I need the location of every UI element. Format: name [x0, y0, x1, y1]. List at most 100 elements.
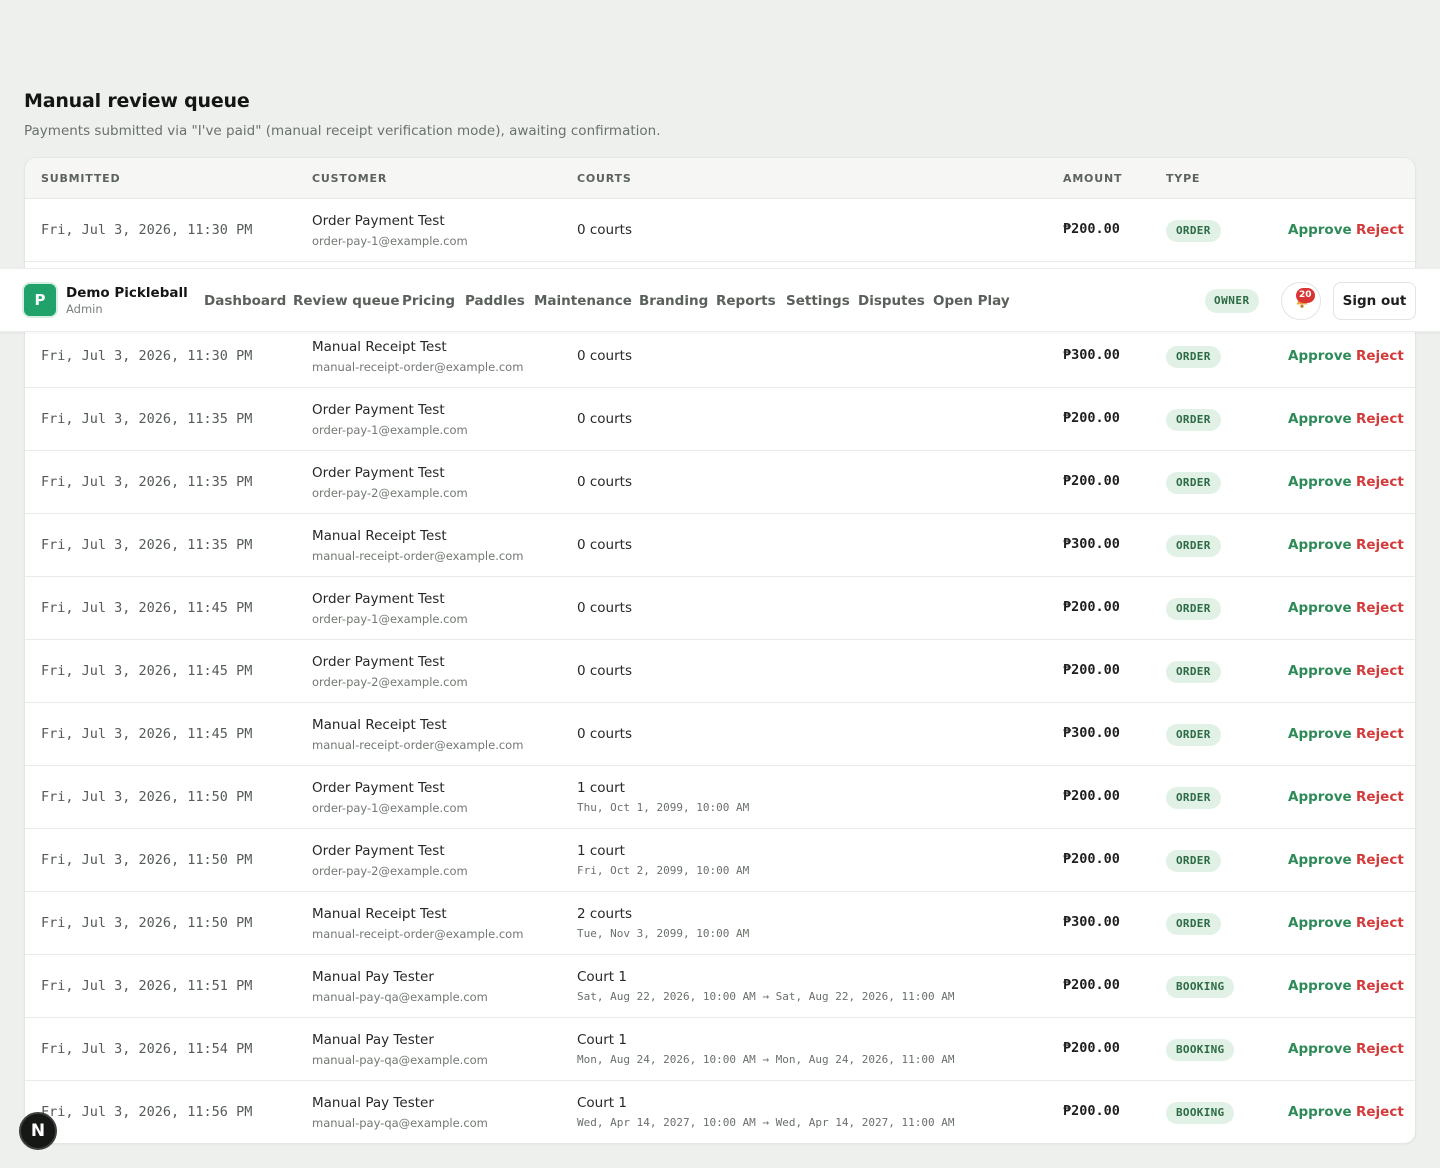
- approve-button[interactable]: Approve: [1288, 411, 1352, 427]
- amount-cell: ₱200.00: [1063, 473, 1120, 489]
- type-badge: ORDER: [1166, 598, 1221, 620]
- reject-button[interactable]: Reject: [1356, 537, 1404, 553]
- customer-email: manual-pay-qa@example.com: [312, 1116, 488, 1130]
- type-badge: ORDER: [1166, 535, 1221, 557]
- amount-cell: ₱300.00: [1063, 536, 1120, 552]
- amount-cell: ₱300.00: [1063, 347, 1120, 363]
- brand-logo[interactable]: P: [22, 282, 58, 318]
- approve-button[interactable]: Approve: [1288, 348, 1352, 364]
- reject-button[interactable]: Reject: [1356, 1041, 1404, 1057]
- column-header-customer: CUSTOMER: [312, 172, 388, 185]
- submitted-cell: Fri, Jul 3, 2026, 11:50 PM: [41, 852, 253, 868]
- customer-email: manual-pay-qa@example.com: [312, 1053, 488, 1067]
- reject-button[interactable]: Reject: [1356, 789, 1404, 805]
- amount-cell: ₱300.00: [1063, 725, 1120, 741]
- approve-button[interactable]: Approve: [1288, 537, 1352, 553]
- reject-button[interactable]: Reject: [1356, 600, 1404, 616]
- reject-button[interactable]: Reject: [1356, 978, 1404, 994]
- approve-button[interactable]: Approve: [1288, 600, 1352, 616]
- reject-button[interactable]: Reject: [1356, 474, 1404, 490]
- approve-button[interactable]: Approve: [1288, 474, 1352, 490]
- amount-cell: ₱200.00: [1063, 1040, 1120, 1056]
- role-badge: OWNER: [1205, 289, 1259, 313]
- dev-tools-badge[interactable]: N: [19, 1112, 57, 1150]
- amount-cell: ₱200.00: [1063, 1103, 1120, 1119]
- notification-count-badge: 20: [1296, 288, 1315, 303]
- approve-button[interactable]: Approve: [1288, 915, 1352, 931]
- submitted-cell: Fri, Jul 3, 2026, 11:45 PM: [41, 726, 253, 742]
- submitted-cell: Fri, Jul 3, 2026, 11:35 PM: [41, 474, 253, 490]
- submitted-cell: Fri, Jul 3, 2026, 11:30 PM: [41, 222, 253, 238]
- type-badge: ORDER: [1166, 724, 1221, 746]
- nav-item-maintenance[interactable]: Maintenance: [534, 293, 632, 309]
- submitted-cell: Fri, Jul 3, 2026, 11:30 PM: [41, 348, 253, 364]
- amount-cell: ₱200.00: [1063, 410, 1120, 426]
- notifications-button[interactable]: 20: [1281, 282, 1321, 320]
- type-badge: BOOKING: [1166, 976, 1235, 998]
- table-row: Fri, Jul 3, 2026, 11:30 PM Manual Receipt…: [25, 325, 1415, 388]
- amount-cell: ₱200.00: [1063, 662, 1120, 678]
- courts-summary: 0 courts: [577, 600, 632, 616]
- approve-button[interactable]: Approve: [1288, 1041, 1352, 1057]
- customer-name: Order Payment Test: [312, 780, 445, 796]
- courts-summary: 0 courts: [577, 411, 632, 427]
- amount-cell: ₱200.00: [1063, 599, 1120, 615]
- type-badge: ORDER: [1166, 787, 1221, 809]
- reject-button[interactable]: Reject: [1356, 915, 1404, 931]
- approve-button[interactable]: Approve: [1288, 1104, 1352, 1120]
- approve-button[interactable]: Approve: [1288, 663, 1352, 679]
- submitted-cell: Fri, Jul 3, 2026, 11:35 PM: [41, 537, 253, 553]
- reject-button[interactable]: Reject: [1356, 222, 1404, 238]
- sign-out-button[interactable]: Sign out: [1333, 282, 1416, 320]
- reject-button[interactable]: Reject: [1356, 1104, 1404, 1120]
- nav-item-dashboard[interactable]: Dashboard: [204, 293, 286, 309]
- amount-cell: ₱200.00: [1063, 788, 1120, 804]
- reject-button[interactable]: Reject: [1356, 852, 1404, 868]
- courts-summary: Court 1: [577, 1032, 627, 1048]
- customer-email: order-pay-1@example.com: [312, 234, 468, 248]
- courts-summary: 0 courts: [577, 663, 632, 679]
- approve-button[interactable]: Approve: [1288, 789, 1352, 805]
- customer-email: order-pay-1@example.com: [312, 423, 468, 437]
- courts-schedule: Tue, Nov 3, 2099, 10:00 AM: [577, 927, 750, 940]
- table-row: Fri, Jul 3, 2026, 11:56 PM Manual Pay Tes…: [25, 1081, 1415, 1143]
- nav-item-paddles[interactable]: Paddles: [465, 293, 525, 309]
- nav-item-reports[interactable]: Reports: [716, 293, 776, 309]
- customer-name: Order Payment Test: [312, 654, 445, 670]
- nav-item-branding[interactable]: Branding: [639, 293, 708, 309]
- table-row: Fri, Jul 3, 2026, 11:54 PM Manual Pay Tes…: [25, 1018, 1415, 1081]
- approve-button[interactable]: Approve: [1288, 222, 1352, 238]
- approve-button[interactable]: Approve: [1288, 852, 1352, 868]
- column-header-courts: COURTS: [577, 172, 632, 185]
- nav-item-settings[interactable]: Settings: [786, 293, 850, 309]
- customer-name: Manual Receipt Test: [312, 906, 447, 922]
- table-row: Fri, Jul 3, 2026, 11:50 PM Manual Receipt…: [25, 892, 1415, 955]
- nav-item-pricing[interactable]: Pricing: [402, 293, 455, 309]
- nav-item-open-play[interactable]: Open Play: [933, 293, 1010, 309]
- approve-button[interactable]: Approve: [1288, 726, 1352, 742]
- reject-button[interactable]: Reject: [1356, 663, 1404, 679]
- reject-button[interactable]: Reject: [1356, 348, 1404, 364]
- customer-email: order-pay-2@example.com: [312, 486, 468, 500]
- submitted-cell: Fri, Jul 3, 2026, 11:50 PM: [41, 789, 253, 805]
- customer-email: manual-receipt-order@example.com: [312, 738, 524, 752]
- customer-email: order-pay-1@example.com: [312, 801, 468, 815]
- reject-button[interactable]: Reject: [1356, 726, 1404, 742]
- customer-email: order-pay-2@example.com: [312, 864, 468, 878]
- customer-email: manual-receipt-order@example.com: [312, 360, 524, 374]
- customer-email: manual-pay-qa@example.com: [312, 990, 488, 1004]
- type-badge: ORDER: [1166, 850, 1221, 872]
- nav-item-disputes[interactable]: Disputes: [858, 293, 925, 309]
- page-title: Manual review queue: [24, 90, 250, 112]
- customer-name: Order Payment Test: [312, 465, 445, 481]
- approve-button[interactable]: Approve: [1288, 978, 1352, 994]
- courts-summary: Court 1: [577, 969, 627, 985]
- courts-summary: 0 courts: [577, 348, 632, 364]
- courts-summary: 0 courts: [577, 537, 632, 553]
- customer-name: Manual Receipt Test: [312, 339, 447, 355]
- courts-schedule: Sat, Aug 22, 2026, 10:00 AM → Sat, Aug 2…: [577, 990, 955, 1003]
- reject-button[interactable]: Reject: [1356, 411, 1404, 427]
- nav-item-review-queue[interactable]: Review queue: [293, 293, 400, 309]
- column-header-submitted: SUBMITTED: [41, 172, 121, 185]
- amount-cell: ₱200.00: [1063, 851, 1120, 867]
